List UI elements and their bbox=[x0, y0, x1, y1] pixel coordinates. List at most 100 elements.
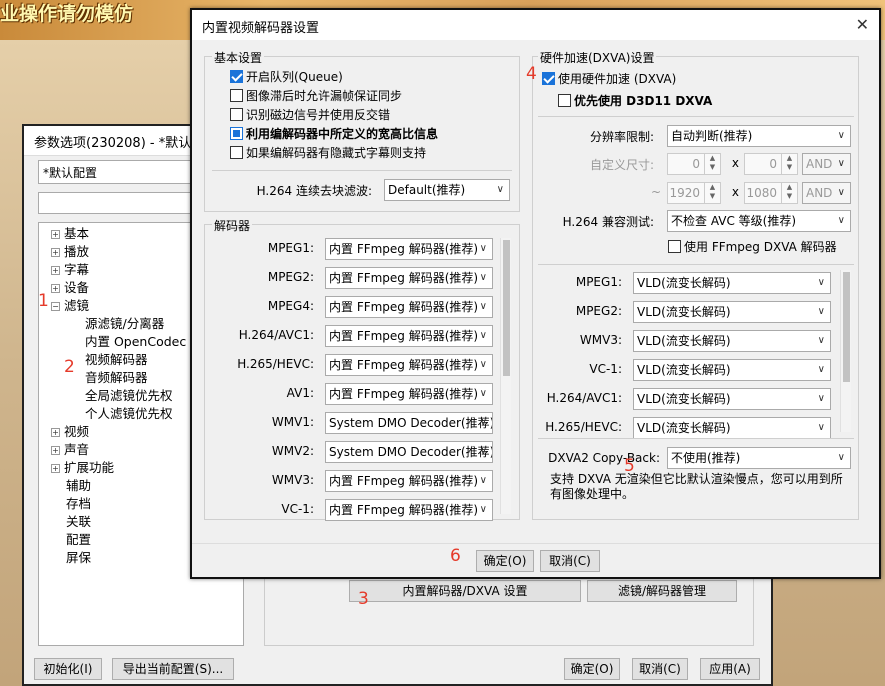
chevron-down-icon: ∨ bbox=[837, 158, 845, 169]
dialog-title-bar: 内置视频解码器设置 ✕ bbox=[192, 10, 879, 40]
basic-option-label: 识别磁边信号并使用反交错 bbox=[246, 108, 391, 122]
close-icon[interactable]: ✕ bbox=[856, 15, 869, 34]
expand-icon[interactable]: + bbox=[51, 230, 60, 239]
custom-height-min[interactable]: 0 ▲ ▼ bbox=[744, 153, 798, 175]
decoders-label: 解码器 bbox=[212, 217, 253, 234]
decoder-label: VC-1: bbox=[281, 502, 314, 516]
custom-height-max-value: 1080 bbox=[746, 186, 777, 200]
outer-ok-button[interactable]: 确定(O) bbox=[564, 658, 620, 680]
init-button[interactable]: 初始化(I) bbox=[34, 658, 102, 680]
decoder-select[interactable]: 内置 FFmpeg 解码器(推荐) ∨ bbox=[325, 383, 493, 405]
spin-arrows-icon[interactable]: ▲ ▼ bbox=[704, 154, 720, 174]
decoder-value: 内置 FFmpeg 解码器(推荐) bbox=[329, 387, 479, 401]
tree-item-label: 声音 bbox=[64, 442, 90, 457]
spin-arrows-icon[interactable]: ▲ ▼ bbox=[781, 154, 797, 174]
hw-decoder-select[interactable]: VLD(流变长解码) ∨ bbox=[633, 272, 831, 294]
collapse-icon[interactable]: − bbox=[51, 302, 60, 311]
decoder-value: 内置 FFmpeg 解码器(推荐) bbox=[329, 503, 479, 517]
prefer-d3d11-label: 优先使用 D3D11 DXVA bbox=[574, 94, 713, 108]
basic-separator bbox=[212, 170, 512, 171]
decoder-select[interactable]: System DMO Decoder(推荐) ∨ bbox=[325, 441, 493, 463]
spin-arrows-icon[interactable]: ▲ ▼ bbox=[704, 183, 720, 203]
config-search-input[interactable] bbox=[38, 192, 198, 214]
chevron-down-icon: ∨ bbox=[479, 243, 487, 254]
res-limit-select[interactable]: 自动判断(推荐) ∨ bbox=[667, 125, 851, 147]
config-select[interactable]: *默认配置 bbox=[38, 160, 198, 184]
h264-compat-label: H.264 兼容测试: bbox=[562, 215, 654, 229]
tree-item-label: 基本 bbox=[64, 226, 90, 241]
hw-decoder-value: VLD(流变长解码) bbox=[637, 421, 731, 435]
chevron-down-icon: ∨ bbox=[817, 422, 825, 433]
decoder-select[interactable]: 内置 FFmpeg 解码器(推荐) ∨ bbox=[325, 499, 493, 521]
and-value: AND bbox=[806, 186, 833, 200]
expand-icon[interactable]: + bbox=[51, 428, 60, 437]
chevron-down-icon: ∨ bbox=[479, 446, 487, 457]
outer-apply-button[interactable]: 应用(A) bbox=[700, 658, 760, 680]
filter-manager-button[interactable]: 滤镜/解码器管理 bbox=[587, 580, 737, 602]
expand-icon[interactable]: + bbox=[51, 266, 60, 275]
custom-height-min-value: 0 bbox=[769, 157, 777, 171]
basic-option-checkbox[interactable]: 识别磁边信号并使用反交错 bbox=[230, 106, 390, 124]
decoder-select[interactable]: 内置 FFmpeg 解码器(推荐) ∨ bbox=[325, 325, 493, 347]
decoder-label: WMV1: bbox=[271, 415, 314, 429]
expand-icon[interactable]: + bbox=[51, 446, 60, 455]
basic-option-checkbox[interactable]: 如果编解码器有隐藏式字幕则支持 bbox=[230, 144, 426, 162]
decoder-label: H.265/HEVC: bbox=[237, 357, 314, 371]
use-hw-checkbox[interactable]: 使用硬件加速 (DXVA) bbox=[542, 70, 676, 88]
outer-cancel-button[interactable]: 取消(C) bbox=[632, 658, 688, 680]
tree-item-label: 字幕 bbox=[64, 262, 90, 277]
chevron-down-icon: ∨ bbox=[479, 359, 487, 370]
hw-scrollbar[interactable] bbox=[840, 270, 851, 432]
custom-width-max[interactable]: 1920 ▲ ▼ bbox=[667, 182, 721, 204]
custom-width-min[interactable]: 0 ▲ ▼ bbox=[667, 153, 721, 175]
decoder-value: System DMO Decoder(推荐) bbox=[329, 445, 493, 459]
hw-decoder-select[interactable]: VLD(流变长解码) ∨ bbox=[633, 388, 831, 410]
prefer-d3d11-checkbox[interactable]: 优先使用 D3D11 DXVA bbox=[558, 92, 712, 110]
tree-item-label: 滤镜 bbox=[64, 298, 90, 313]
spin-arrows-icon[interactable]: ▲ ▼ bbox=[781, 183, 797, 203]
decoder-select[interactable]: 内置 FFmpeg 解码器(推荐) ∨ bbox=[325, 267, 493, 289]
chevron-down-icon: ∨ bbox=[496, 184, 504, 195]
export-config-button[interactable]: 导出当前配置(S)... bbox=[112, 658, 234, 680]
decoder-select[interactable]: 内置 FFmpeg 解码器(推荐) ∨ bbox=[325, 354, 493, 376]
hw-decoder-select[interactable]: VLD(流变长解码) ∨ bbox=[633, 359, 831, 381]
deblock-label: H.264 连续去块滤波: bbox=[256, 184, 372, 198]
expand-icon[interactable]: + bbox=[51, 248, 60, 257]
custom-height-max[interactable]: 1080 ▲ ▼ bbox=[744, 182, 798, 204]
basic-option-label: 利用编解码器中所定义的宽高比信息 bbox=[246, 127, 439, 141]
expand-icon[interactable]: + bbox=[51, 284, 60, 293]
decoder-select[interactable]: 内置 FFmpeg 解码器(推荐) ∨ bbox=[325, 296, 493, 318]
decoder-select[interactable]: 内置 FFmpeg 解码器(推荐) ∨ bbox=[325, 470, 493, 492]
tree-item-label: 辅助 bbox=[66, 478, 92, 493]
decoders-scrollbar[interactable] bbox=[500, 238, 511, 514]
copyback-select[interactable]: 不使用(推荐) ∨ bbox=[667, 447, 851, 469]
custom-and-select-1[interactable]: AND ∨ bbox=[802, 153, 851, 175]
tree-item-label: 个人滤镜优先权 bbox=[85, 406, 173, 421]
expand-icon[interactable]: + bbox=[51, 464, 60, 473]
hw-decoder-select[interactable]: VLD(流变长解码) ∨ bbox=[633, 301, 831, 323]
decoder-select[interactable]: 内置 FFmpeg 解码器(推荐) ∨ bbox=[325, 238, 493, 260]
h264-compat-select[interactable]: 不检查 AVC 等级(推荐) ∨ bbox=[667, 210, 851, 232]
chevron-down-icon: ∨ bbox=[479, 417, 487, 428]
checkbox-icon bbox=[230, 146, 243, 159]
basic-option-checkbox[interactable]: 利用编解码器中所定义的宽高比信息 bbox=[230, 125, 438, 143]
basic-option-label: 如果编解码器有隐藏式字幕则支持 bbox=[246, 146, 427, 160]
basic-option-checkbox[interactable]: 开启队列(Queue) bbox=[230, 68, 343, 86]
decoder-select[interactable]: System DMO Decoder(推荐) ∨ bbox=[325, 412, 493, 434]
tree-item-label: 屏保 bbox=[66, 550, 92, 565]
tree-item-label: 扩展功能 bbox=[64, 460, 115, 475]
custom-and-select-2[interactable]: AND ∨ bbox=[802, 182, 851, 204]
deblock-select[interactable]: Default(推荐) ∨ bbox=[384, 179, 510, 201]
annotation-5: 5 bbox=[624, 456, 635, 476]
dialog-title: 内置视频解码器设置 bbox=[202, 21, 320, 36]
hw-decoder-value: VLD(流变长解码) bbox=[637, 334, 731, 348]
chevron-down-icon: ∨ bbox=[479, 388, 487, 399]
hw-decoder-select[interactable]: VLD(流变长解码) ∨ bbox=[633, 417, 831, 439]
builtin-dxva-settings-button[interactable]: 内置解码器/DXVA 设置 bbox=[349, 580, 581, 602]
ffmpeg-dxva-checkbox[interactable]: 使用 FFmpeg DXVA 解码器 bbox=[668, 238, 837, 256]
basic-option-checkbox[interactable]: 图像滞后时允许漏帧保证同步 bbox=[230, 87, 402, 105]
chevron-down-icon: ∨ bbox=[837, 130, 845, 141]
dialog-ok-button[interactable]: 确定(O) bbox=[476, 550, 534, 572]
dialog-cancel-button[interactable]: 取消(C) bbox=[540, 550, 600, 572]
hw-decoder-select[interactable]: VLD(流变长解码) ∨ bbox=[633, 330, 831, 352]
